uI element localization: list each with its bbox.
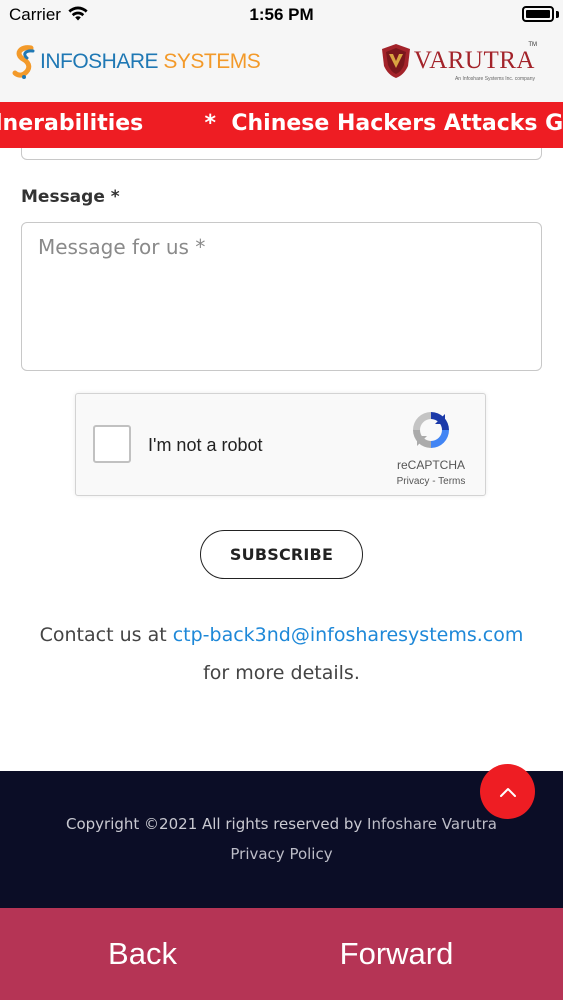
message-label: Message * xyxy=(21,187,120,207)
chevron-up-icon xyxy=(499,787,516,797)
scroll-to-top-button[interactable] xyxy=(480,764,535,819)
infoshare-logo-icon xyxy=(12,45,35,79)
varutra-logo-text: VARUTRA xyxy=(413,47,535,74)
subscribe-button[interactable]: SUBSCRIBE xyxy=(200,530,363,579)
varutra-tagline: An Infoshare Systems Inc. company xyxy=(454,76,535,82)
footer: Copyright ©2021 All rights reserved by I… xyxy=(0,771,563,908)
privacy-policy-link[interactable]: Privacy Policy xyxy=(0,845,563,863)
battery-nub xyxy=(556,11,559,18)
contact-text: Contact us at ctp-back3nd@infosharesyste… xyxy=(0,624,563,646)
battery-icon xyxy=(522,6,554,22)
logo-header: INFOSHARE SYSTEMS VARUTRA TM An Infoshar… xyxy=(0,30,563,102)
copyright-prefix: Copyright ©2021 All rights reserved by xyxy=(66,815,368,833)
news-ticker[interactable]: lnerabilities * Chinese Hackers Attacks … xyxy=(0,102,563,148)
bottom-navigation: Back Forward xyxy=(0,908,563,1000)
varutra-logo[interactable]: VARUTRA TM An Infoshare Systems Inc. com… xyxy=(380,42,537,82)
app-screen: Carrier 1:56 PM INFOSHARE SYSTEMS VARUTR… xyxy=(0,0,563,1000)
status-bar: Carrier 1:56 PM xyxy=(0,0,563,30)
infoshare-logo-text: INFOSHARE SYSTEMS xyxy=(40,50,261,73)
back-button[interactable]: Back xyxy=(0,908,285,1000)
forward-button[interactable]: Forward xyxy=(270,908,523,1000)
contact-prefix: Contact us at xyxy=(39,624,173,646)
copyright-brand-link[interactable]: Infoshare Varutra xyxy=(367,815,497,833)
recaptcha-checkbox[interactable] xyxy=(93,425,131,463)
clock: 1:56 PM xyxy=(249,5,314,24)
copyright-text: Copyright ©2021 All rights reserved by I… xyxy=(0,815,563,833)
message-field[interactable] xyxy=(21,222,542,371)
recaptcha-logo-icon xyxy=(413,412,449,448)
ticker-text: lnerabilities * Chinese Hackers Attacks … xyxy=(0,111,563,136)
contact-suffix: for more details. xyxy=(203,662,360,684)
trademark-mark: TM xyxy=(528,42,537,48)
recaptcha-label: I'm not a robot xyxy=(148,435,263,455)
contact-email-link[interactable]: ctp-back3nd@infosharesystems.com xyxy=(173,624,524,646)
recaptcha-privacy-terms-links[interactable]: Privacy - Terms xyxy=(376,476,486,487)
infoshare-logo[interactable]: INFOSHARE SYSTEMS xyxy=(12,44,261,80)
recaptcha-widget: I'm not a robot reCAPTCHA Privacy - Term… xyxy=(75,393,486,496)
varutra-shield-icon xyxy=(381,44,410,78)
recaptcha-brand: reCAPTCHA xyxy=(396,458,465,472)
